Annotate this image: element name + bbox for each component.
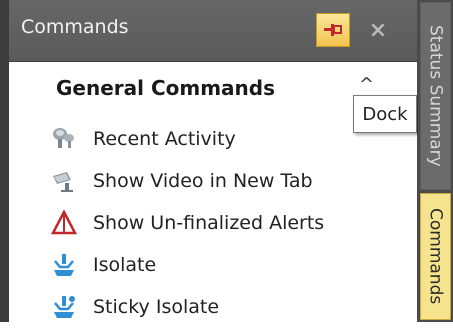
camera-icon: [50, 167, 78, 195]
side-tab-strip: Status Summary Commands: [418, 0, 453, 322]
section-title: General Commands: [56, 76, 276, 100]
collapse-icon[interactable]: ^: [359, 74, 374, 95]
recent-activity-icon: [50, 125, 78, 153]
command-label: Isolate: [93, 254, 157, 276]
app-frame: Commands × General Commands ^ Recent Act…: [0, 0, 453, 322]
close-icon: ×: [368, 17, 388, 43]
tab-label: Status Summary: [425, 25, 446, 167]
commands-panel: Commands × General Commands ^ Recent Act…: [9, 0, 418, 322]
command-show-video[interactable]: Show Video in New Tab: [50, 160, 324, 202]
command-isolate[interactable]: Isolate: [50, 244, 324, 286]
dock-pin-button[interactable]: [316, 13, 350, 47]
pin-icon: [324, 24, 342, 36]
command-label: Sticky Isolate: [93, 296, 220, 318]
panel-title: Commands: [21, 16, 129, 38]
command-label: Recent Activity: [93, 128, 236, 150]
command-label: Show Un-finalized Alerts: [93, 212, 325, 234]
alert-triangle-icon: [50, 209, 78, 237]
close-button[interactable]: ×: [361, 13, 395, 47]
command-unfinalized-alerts[interactable]: Show Un-finalized Alerts: [50, 202, 324, 244]
command-label: Show Video in New Tab: [93, 170, 313, 192]
dock-tooltip: Dock: [353, 95, 417, 133]
tab-commands[interactable]: Commands: [420, 193, 451, 320]
sticky-isolate-icon: [50, 293, 78, 321]
command-list: Recent Activity Show Video in New Tab Sh…: [50, 118, 324, 328]
tooltip-text: Dock: [362, 103, 408, 125]
left-edge: [0, 0, 9, 322]
tab-status-summary[interactable]: Status Summary: [420, 2, 451, 190]
isolate-icon: [50, 251, 78, 279]
panel-header: Commands ×: [9, 0, 417, 62]
command-recent-activity[interactable]: Recent Activity: [50, 118, 324, 160]
tab-label: Commands: [425, 208, 446, 305]
